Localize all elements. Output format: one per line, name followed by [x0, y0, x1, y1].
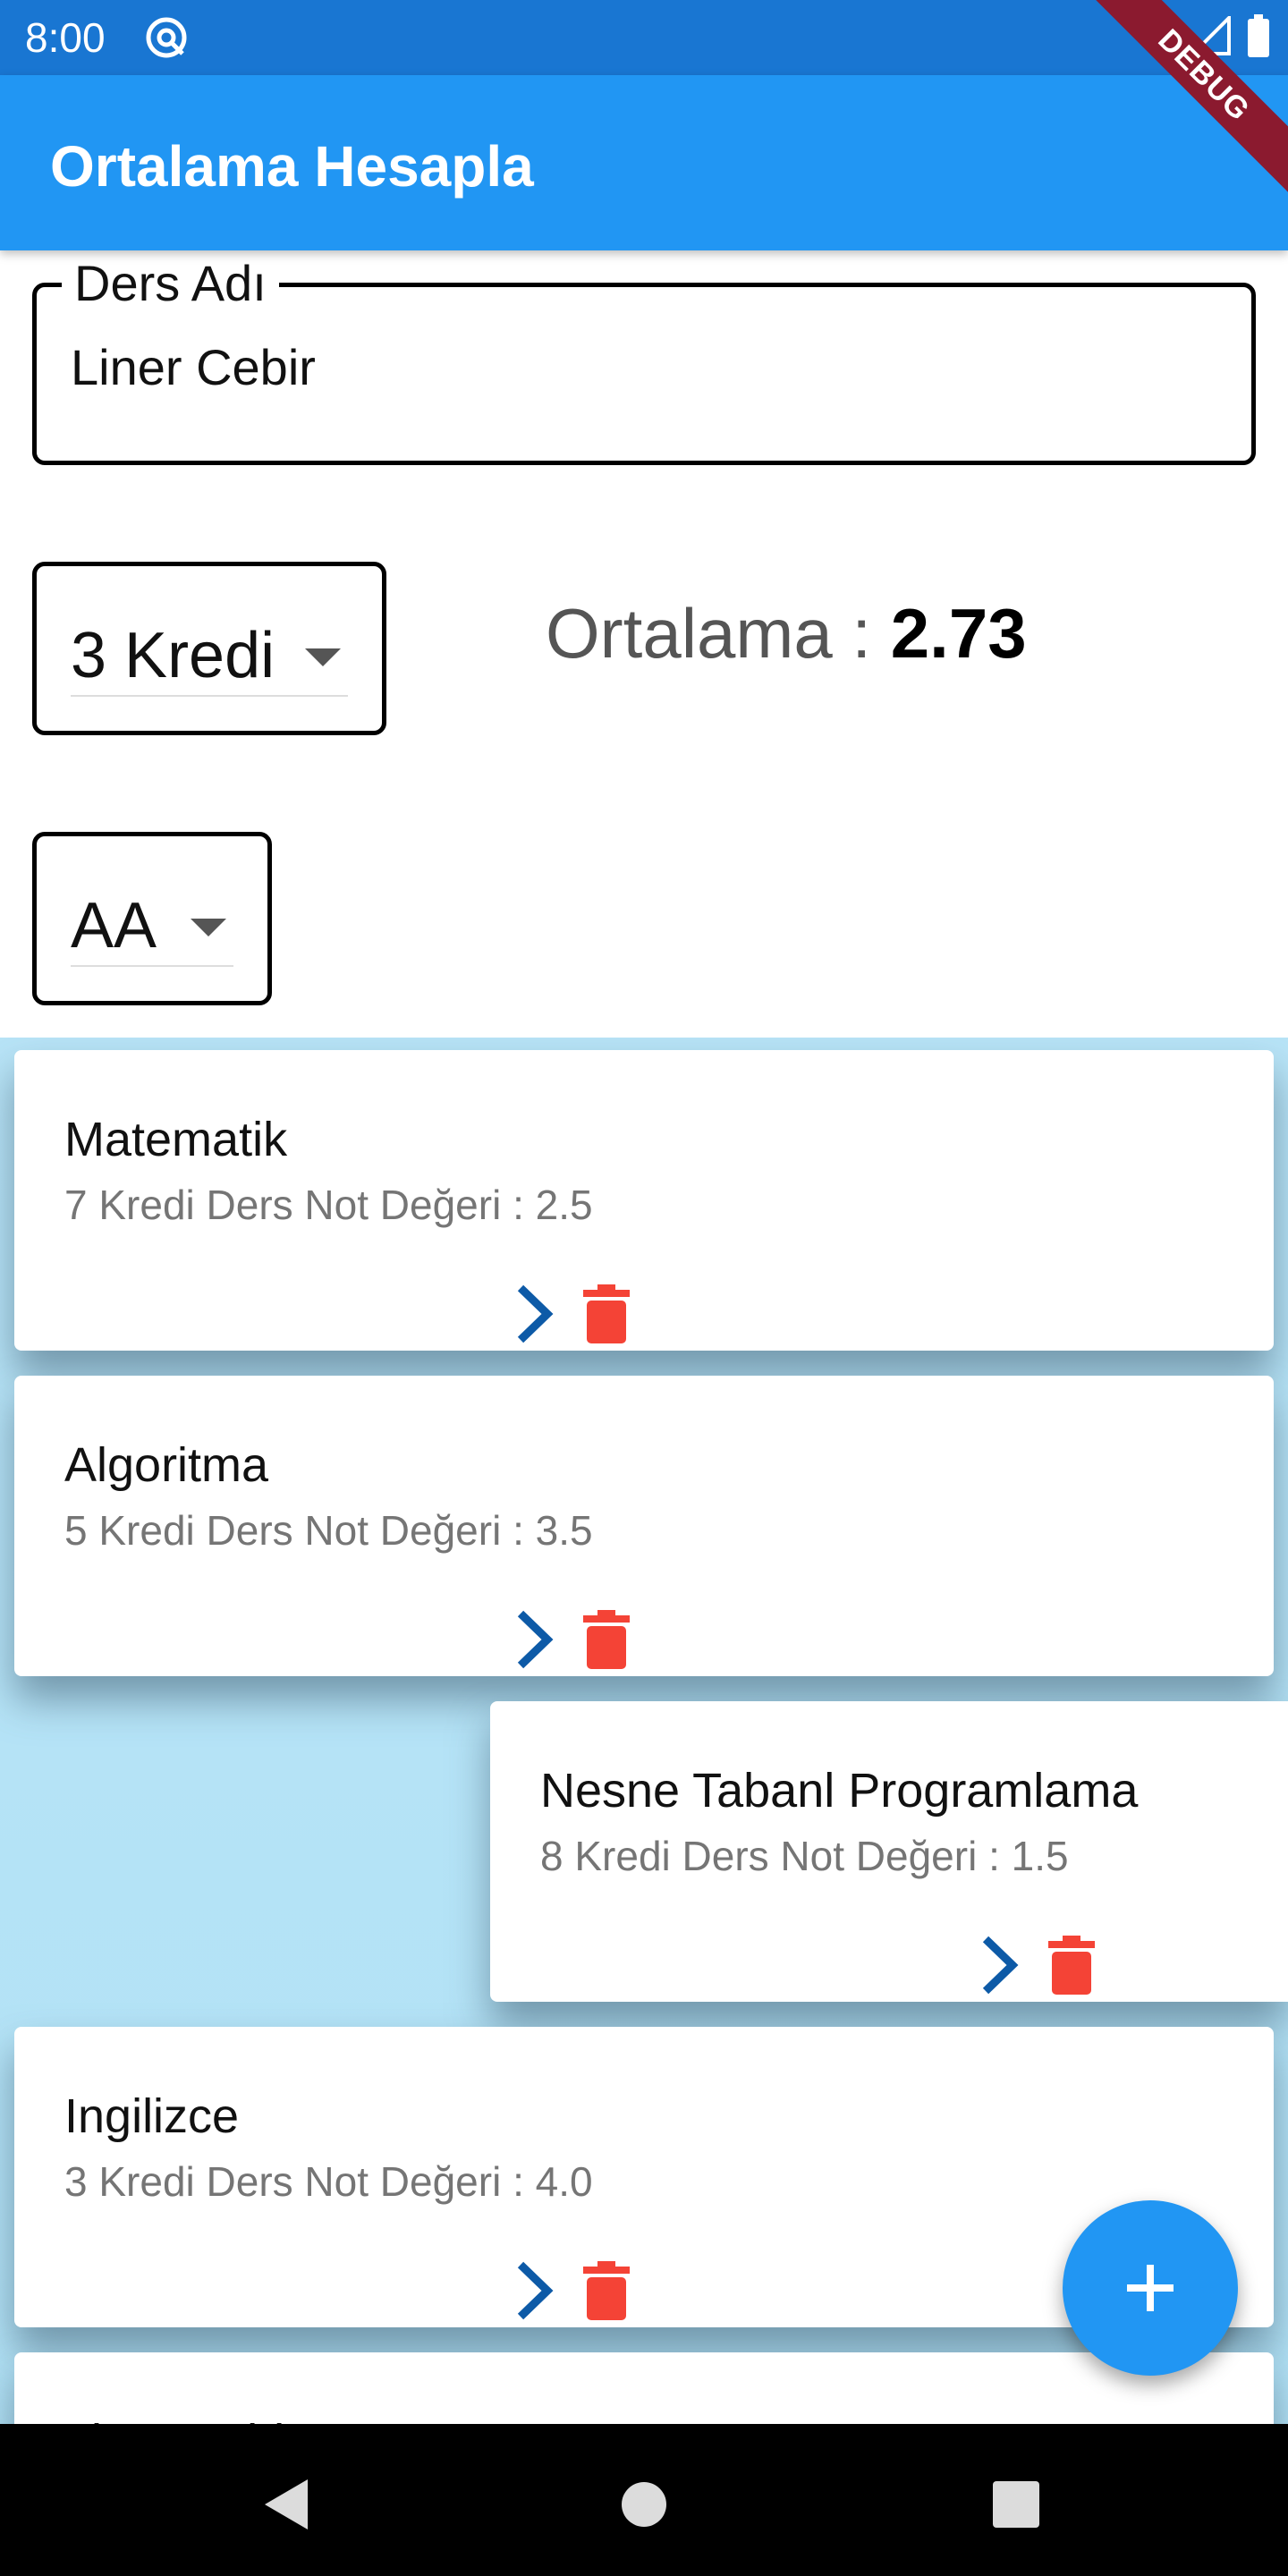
- app-title: Ortalama Hesapla: [50, 134, 534, 199]
- chevron-right-icon[interactable]: [512, 1608, 558, 1671]
- trash-icon[interactable]: [1048, 1936, 1095, 1995]
- app-bar: Ortalama Hesapla: [0, 75, 1288, 250]
- chevron-right-icon[interactable]: [512, 2259, 558, 2322]
- course-card-detail: 7 Kredi Ders Not Değeri : 2.5: [64, 1182, 593, 1228]
- course-list[interactable]: Matematik 7 Kredi Ders Not Değeri : 2.5 …: [0, 1038, 1288, 2424]
- grade-dropdown-inner[interactable]: AA: [71, 872, 233, 967]
- trash-icon[interactable]: [583, 1284, 630, 1343]
- grade-dropdown-value: AA: [71, 890, 157, 962]
- average-label: Ortalama :: [546, 594, 891, 673]
- credit-dropdown-value: 3 Kredi: [71, 620, 275, 691]
- chevron-right-icon[interactable]: [977, 1934, 1023, 1996]
- at-icon: [143, 14, 190, 61]
- course-card-title: Nesne Tabanl Programlama: [540, 1764, 1139, 1818]
- status-time: 8:00: [25, 14, 106, 61]
- course-card[interactable]: Liner Cebir: [14, 2352, 1274, 2424]
- course-card-title: Liner Cebir: [64, 2413, 301, 2424]
- trash-icon[interactable]: [583, 1610, 630, 1669]
- average-value: 2.73: [890, 594, 1027, 673]
- back-triangle-icon[interactable]: [242, 2460, 331, 2549]
- course-name-label: Ders Adı: [62, 255, 279, 312]
- course-card[interactable]: Matematik 7 Kredi Ders Not Değeri : 2.5: [14, 1050, 1274, 1351]
- dropdown-caret-icon: [191, 919, 226, 936]
- course-card-detail: 5 Kredi Ders Not Değeri : 3.5: [64, 1507, 593, 1554]
- course-card-detail: 3 Kredi Ders Not Değeri : 4.0: [64, 2158, 593, 2205]
- trash-icon[interactable]: [583, 2261, 630, 2320]
- course-card-detail: 8 Kredi Ders Not Değeri : 1.5: [540, 1833, 1069, 1879]
- chevron-right-icon[interactable]: [512, 1283, 558, 1345]
- course-card-title: Ingilizce: [64, 2089, 240, 2143]
- course-card[interactable]: Algoritma 5 Kredi Ders Not Değeri : 3.5: [14, 1376, 1274, 1676]
- course-name-field[interactable]: Ders Adı Liner Cebir: [32, 255, 1256, 465]
- recents-square-icon[interactable]: [971, 2460, 1061, 2549]
- battery-icon: [1247, 13, 1270, 62]
- navigation-bar: [0, 2424, 1288, 2576]
- add-icon: [1127, 2265, 1174, 2311]
- average-display: Ortalama : 2.73: [546, 590, 1027, 676]
- course-card-title: Matematik: [64, 1113, 288, 1166]
- course-card-swiping[interactable]: Nesne Tabanl Programlama 8 Kredi Ders No…: [490, 1701, 1288, 2002]
- credit-dropdown-inner[interactable]: 3 Kredi: [71, 602, 348, 697]
- grade-dropdown[interactable]: AA: [32, 832, 272, 1005]
- credit-dropdown[interactable]: 3 Kredi: [32, 562, 386, 735]
- status-bar: 8:00: [0, 0, 1288, 75]
- dropdown-caret-icon: [305, 648, 341, 666]
- course-name-input[interactable]: Liner Cebir: [71, 339, 316, 396]
- course-form: Ders Adı Liner Cebir 3 Kredi Ortalama : …: [0, 250, 1288, 1038]
- course-card-title: Algoritma: [64, 1438, 269, 1492]
- home-circle-icon[interactable]: [599, 2460, 689, 2549]
- add-course-button[interactable]: [1063, 2200, 1238, 2376]
